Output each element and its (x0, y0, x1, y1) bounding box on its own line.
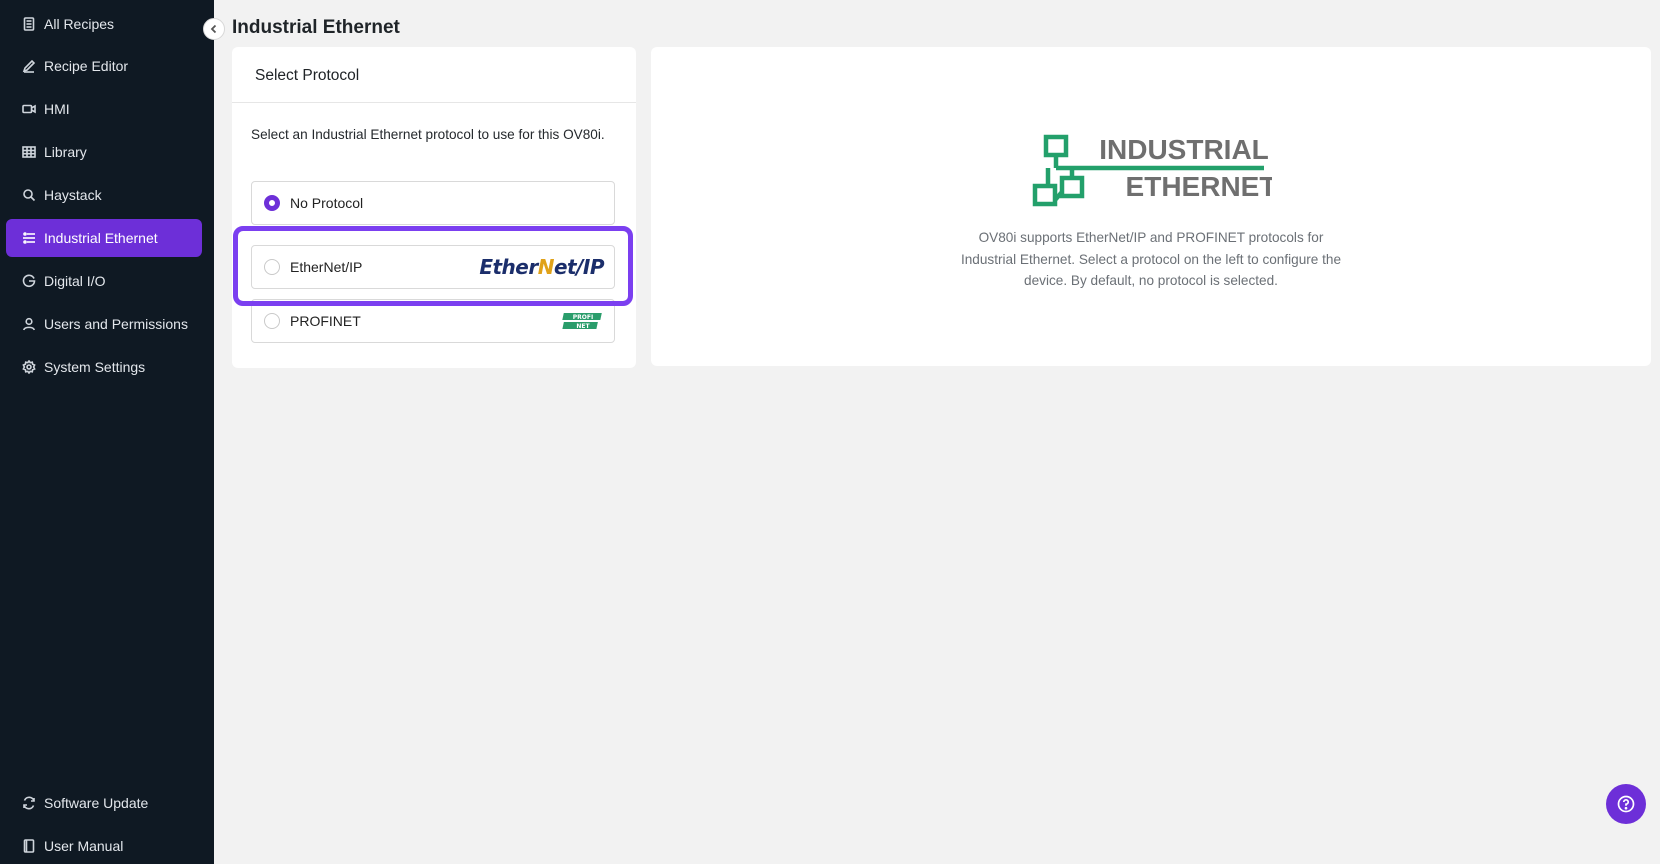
radio-button[interactable] (264, 313, 280, 329)
sidebar-item-label: Users and Permissions (44, 316, 188, 332)
chevron-left-icon (210, 24, 217, 34)
sidebar-item-label: User Manual (44, 838, 124, 854)
info-panel: INDUSTRIAL ETHERNET OV80i supports Ether… (651, 47, 1651, 366)
help-button[interactable] (1606, 784, 1646, 824)
sidebar-item-label: HMI (44, 101, 70, 117)
sidebar-item-label: Library (44, 144, 87, 160)
sidebar-collapse-button[interactable] (203, 18, 225, 40)
help-icon (1617, 795, 1635, 813)
sidebar-item-recipe-editor[interactable]: Recipe Editor (6, 47, 202, 85)
search-icon (22, 188, 36, 202)
sidebar-item-users-and-permissions[interactable]: Users and Permissions (6, 305, 202, 343)
sidebar-item-label: Industrial Ethernet (44, 230, 158, 246)
network-icon (22, 231, 36, 245)
svg-text:INDUSTRIAL: INDUSTRIAL (1099, 134, 1269, 165)
svg-text:NET: NET (576, 323, 590, 330)
refresh-icon (22, 796, 36, 810)
svg-text:ETHERNET: ETHERNET (1126, 171, 1272, 202)
sidebar-item-system-settings[interactable]: System Settings (6, 348, 202, 386)
industrial-ethernet-logo: INDUSTRIAL ETHERNET (1032, 134, 1276, 215)
sidebar-item-label: Software Update (44, 795, 149, 811)
option-label: EtherNet/IP (290, 259, 363, 275)
sidebar-item-label: All Recipes (44, 16, 115, 32)
profinet-logo: PROFI NET (562, 312, 604, 330)
sidebar: All Recipes Recipe Editor HMI Library Ha… (0, 0, 214, 864)
sidebar-item-industrial-ethernet[interactable]: Industrial Ethernet (6, 219, 202, 257)
grid-icon (22, 145, 36, 159)
sidebar-item-label: Digital I/O (44, 273, 106, 289)
protocol-panel-title: Select Protocol (232, 47, 636, 103)
pencil-icon (22, 59, 36, 73)
video-icon (22, 102, 36, 116)
gear-icon (22, 360, 36, 374)
sidebar-item-label: Haystack (44, 187, 102, 203)
option-label: No Protocol (290, 195, 364, 211)
radio-button[interactable] (264, 259, 280, 275)
option-label: PROFINET (290, 313, 361, 329)
document-icon (22, 17, 36, 31)
protocol-option-profinet[interactable]: PROFINET PROFI NET (251, 299, 615, 343)
svg-text:PROFI: PROFI (573, 314, 593, 321)
sidebar-item-software-update[interactable]: Software Update (6, 784, 202, 822)
protocol-panel: Select Protocol Select an Industrial Eth… (232, 47, 636, 368)
protocol-option-ethernet-ip[interactable]: EtherNet/IP EtherNet/IP (251, 245, 615, 289)
book-icon (22, 839, 36, 853)
sidebar-item-hmi[interactable]: HMI (6, 90, 202, 128)
info-description: OV80i supports EtherNet/IP and PROFINET … (960, 230, 1342, 288)
sidebar-item-label: Recipe Editor (44, 58, 129, 74)
user-icon (22, 317, 36, 331)
sidebar-item-label: System Settings (44, 359, 146, 375)
protocol-description: Select an Industrial Ethernet protocol t… (251, 127, 605, 142)
sidebar-item-user-manual[interactable]: User Manual (6, 827, 202, 864)
sidebar-item-digital-io[interactable]: Digital I/O (6, 262, 202, 300)
sidebar-item-all-recipes[interactable]: All Recipes (6, 5, 202, 43)
page-title: Industrial Ethernet (232, 17, 400, 38)
radio-button[interactable] (264, 195, 280, 211)
ethernet-ip-logo: EtherNet/IP (479, 255, 604, 279)
digital-io-icon (22, 274, 36, 288)
protocol-option-no-protocol[interactable]: No Protocol (251, 181, 615, 225)
sidebar-item-haystack[interactable]: Haystack (6, 176, 202, 214)
sidebar-item-library[interactable]: Library (6, 133, 202, 171)
